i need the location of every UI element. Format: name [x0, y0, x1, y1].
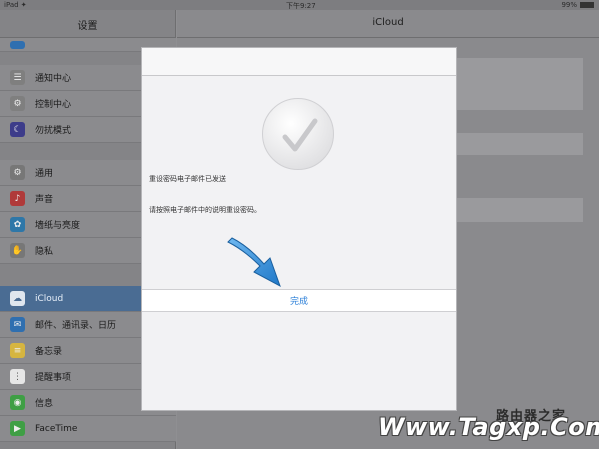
sidebar-item-label: 控制中心 [35, 100, 72, 110]
moon-icon: ☾ [10, 122, 25, 137]
checkmark-icon [262, 98, 334, 170]
sidebar-item-label: 墙纸与亮度 [35, 221, 81, 231]
status-bar: iPad ✦ 下午9:27 99% [0, 0, 599, 10]
sidebar-item-label: 通用 [35, 169, 54, 179]
notes-icon: ≡ [10, 343, 25, 358]
battery-percent: 99% [561, 1, 577, 9]
right-title: iCloud [372, 17, 404, 28]
wallpaper-icon: ✿ [10, 217, 25, 232]
done-button[interactable]: 完成 [290, 294, 308, 307]
control-center-icon: ⚙ [10, 96, 25, 111]
hand-icon: ✋ [10, 243, 25, 258]
instruction-text: 请按照电子邮件中的说明重设密码。 [149, 206, 261, 214]
sidebar-item-label: iCloud [35, 293, 64, 304]
partial-icon [10, 40, 25, 49]
gear-icon: ⚙ [10, 165, 25, 180]
sidebar-item-label: 通知中心 [35, 74, 72, 84]
sidebar-item-label: 声音 [35, 195, 54, 205]
mail-icon: ✉ [10, 317, 25, 332]
sidebar-item-label: FaceTime [35, 423, 78, 434]
arrow-pointer-icon [227, 237, 281, 288]
sidebar-item-label: 备忘录 [35, 347, 63, 357]
sidebar-item-label: 提醒事项 [35, 373, 72, 383]
facetime-icon: ▶ [10, 421, 25, 436]
dialog-header [142, 48, 456, 76]
right-cell[interactable] [457, 133, 583, 155]
watermark-url: Www.Tagxp.Com [378, 413, 599, 441]
sidebar-item-facetime[interactable]: ▶ FaceTime [0, 416, 176, 442]
sidebar-item-label: 信息 [35, 399, 54, 409]
right-cell[interactable] [457, 198, 583, 222]
cloud-icon: ☁ [10, 291, 25, 306]
messages-icon: ◉ [10, 395, 25, 410]
sidebar-header: 设置 [0, 10, 175, 38]
carrier-label: iPad ✦ [4, 1, 27, 9]
message-sent-text: 重设密码电子邮件已发送 [149, 175, 226, 183]
right-cell[interactable] [457, 58, 583, 110]
notification-icon: ☰ [10, 70, 25, 85]
reminders-icon: ⋮ [10, 369, 25, 384]
sidebar-item-label: 勿扰模式 [35, 126, 72, 136]
password-reset-dialog: 重设密码电子邮件已发送 请按照电子邮件中的说明重设密码。 完成 [141, 47, 457, 411]
done-row: 完成 [142, 289, 456, 312]
sound-icon: ♪ [10, 191, 25, 206]
sidebar-item-label: 隐私 [35, 247, 54, 257]
sidebar-item-label: 邮件、通讯录、日历 [35, 321, 117, 331]
sidebar-title: 设置 [77, 21, 98, 32]
right-header: iCloud [177, 10, 599, 38]
battery-icon [580, 2, 594, 8]
